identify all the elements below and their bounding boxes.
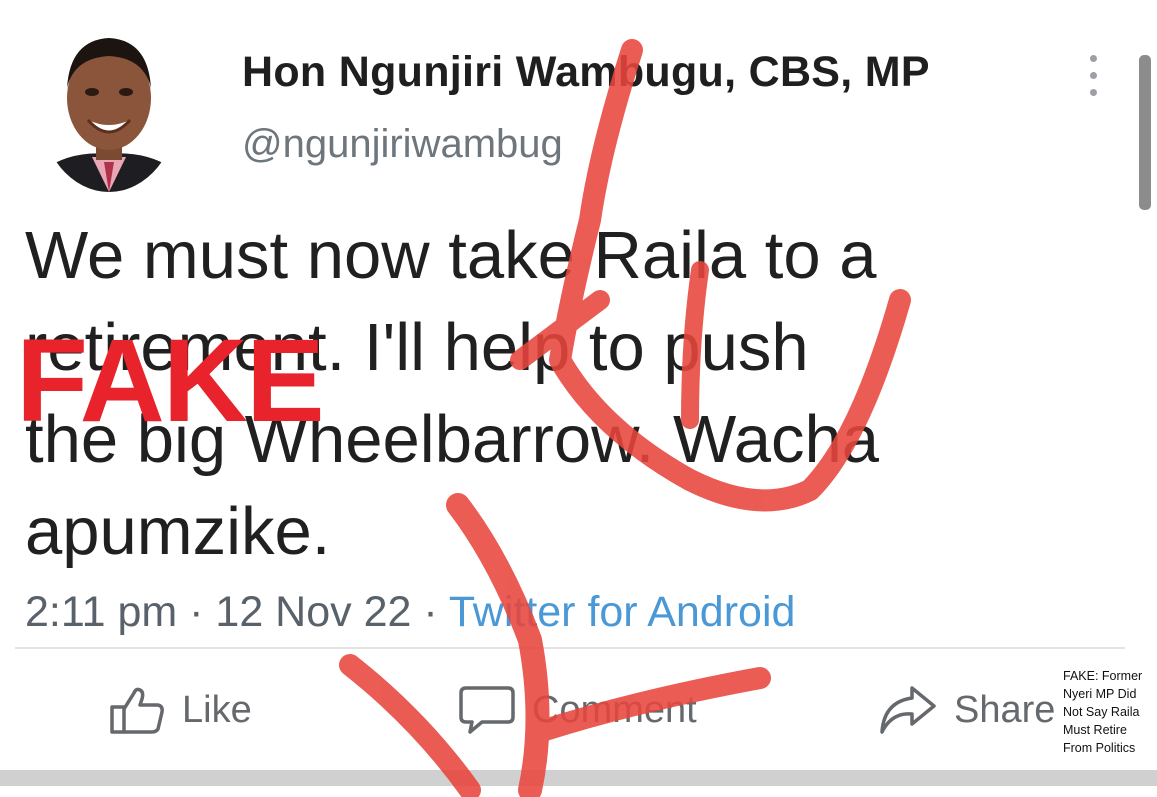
profile-avatar[interactable] (40, 22, 178, 192)
tweet-metadata: 2:11 pm · 12 Nov 22 · Twitter for Androi… (25, 588, 795, 637)
caption-line: Not Say Raila (1063, 705, 1140, 719)
user-handle[interactable]: @ngunjiriwambug (242, 122, 563, 167)
share-label: Share (954, 688, 1056, 731)
fake-stamp: FAKE (16, 315, 325, 447)
divider (15, 647, 1125, 649)
caption-line: FAKE: Former (1063, 669, 1143, 683)
share-arrow-icon (880, 686, 936, 734)
comment-button[interactable]: Comment (458, 680, 697, 740)
fact-check-caption: FAKE: Former Nyeri MP Did Not Say Raila … (1063, 667, 1155, 757)
like-label: Like (182, 688, 252, 731)
bottom-separator-bar (0, 770, 1157, 786)
caption-line: Must Retire (1063, 723, 1127, 737)
tweet-text-line: We must now take Raila to a (25, 218, 877, 293)
share-button[interactable]: Share (878, 680, 1055, 740)
caption-line: From Politics (1063, 741, 1136, 755)
meta-separator: · (177, 588, 216, 636)
scrollbar-thumb[interactable] (1139, 55, 1151, 210)
tweet-date[interactable]: 12 Nov 22 (215, 588, 411, 636)
tweet-time[interactable]: 2:11 pm (25, 588, 177, 636)
caption-line: Nyeri MP Did (1063, 687, 1137, 701)
like-button[interactable]: Like (108, 680, 252, 740)
tweet-text-line: apumzike. (25, 494, 331, 569)
speech-bubble-icon (459, 686, 515, 734)
display-name[interactable]: Hon Ngunjiri Wambugu, CBS, MP (242, 48, 930, 97)
more-vertical-icon[interactable] (1085, 55, 1101, 100)
thumbs-up-icon (110, 687, 164, 734)
comment-label: Comment (532, 688, 697, 731)
tweet-source[interactable]: Twitter for Android (449, 588, 796, 636)
meta-separator: · (411, 588, 449, 636)
